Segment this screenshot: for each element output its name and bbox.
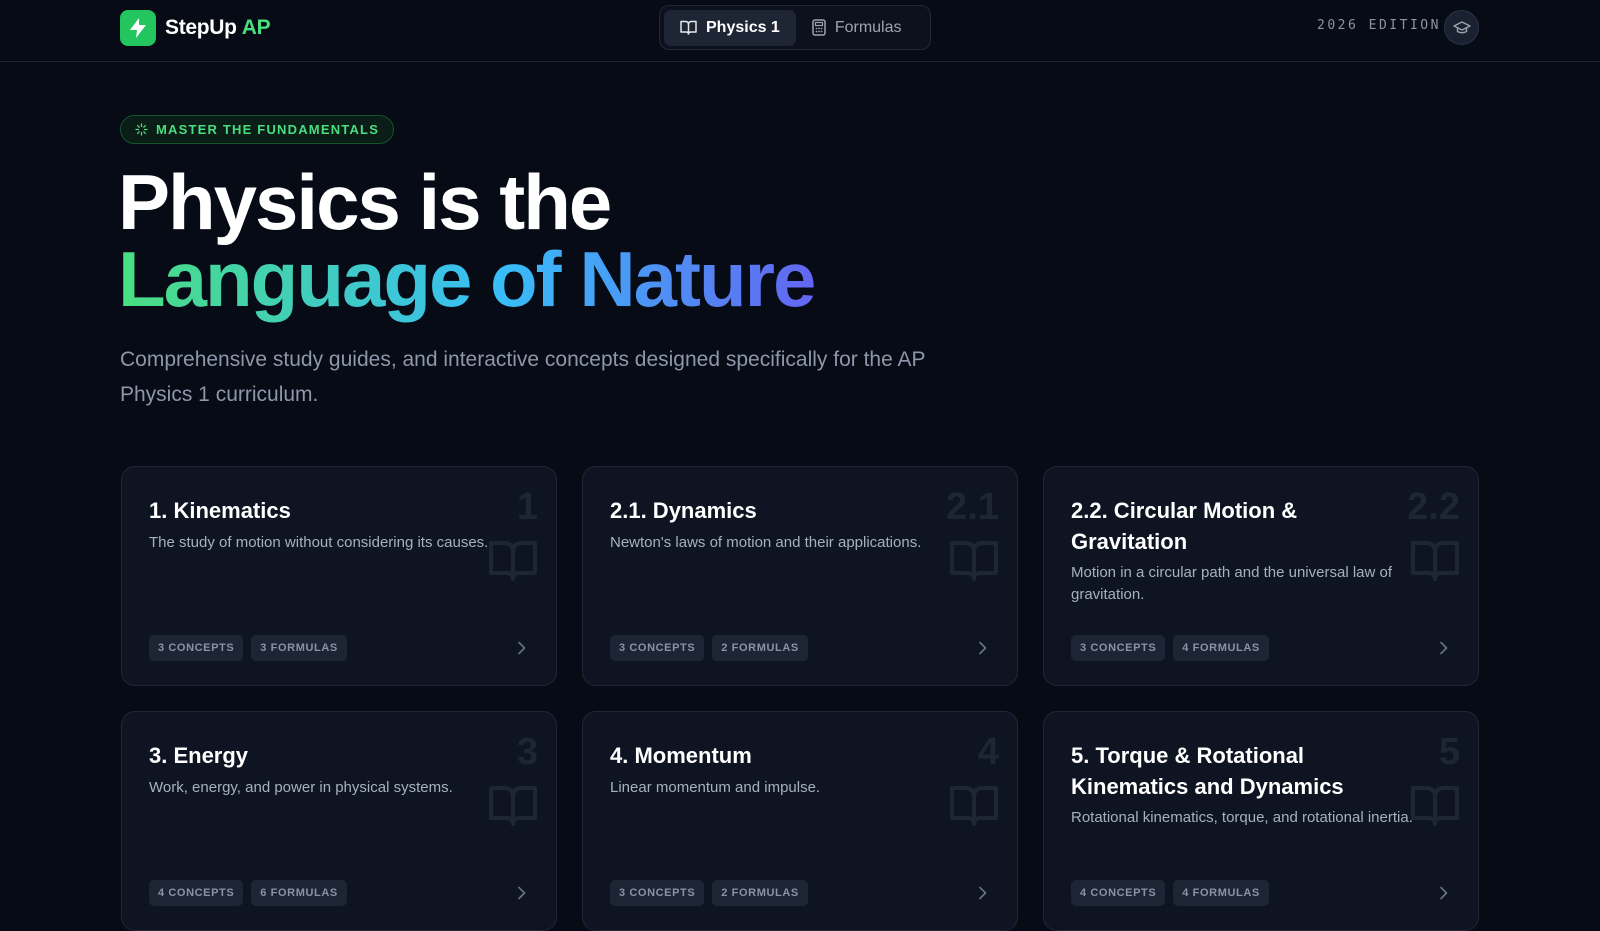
hero-title-line-2: Language of Nature [118, 235, 816, 323]
hero-title-line-1: Physics is the [118, 158, 612, 246]
unit-number: 5 [1438, 731, 1460, 773]
concepts-count-badge: 4 CONCEPTS [1071, 880, 1166, 906]
formulas-count-badge: 4 FORMULAS [1173, 880, 1269, 906]
unit-tags: 3 CONCEPTS 2 FORMULAS [610, 880, 816, 906]
edition-label: 2026 EDITION [1317, 18, 1441, 33]
graduation-cap-icon [1452, 20, 1471, 33]
unit-title: 2.2. Circular Motion & Gravitation [1071, 498, 1298, 554]
unit-description: Work, energy, and power in physical syst… [149, 779, 453, 796]
unit-description: Newton's laws of motion and their applic… [610, 534, 922, 551]
unit-description: The study of motion without considering … [149, 534, 489, 551]
unit-card-kinematics[interactable]: 1 1. Kinematics The study of motion with… [121, 466, 557, 686]
tab-formulas[interactable]: Formulas [796, 10, 918, 46]
formulas-count-badge: 2 FORMULAS [712, 635, 808, 661]
chevron-right-icon [518, 886, 526, 900]
chevron-right-icon [1440, 641, 1448, 655]
unit-description: Linear momentum and impulse. [610, 779, 821, 796]
formulas-count-badge: 2 FORMULAS [712, 880, 808, 906]
unit-description: Motion in a circular path and the univer… [1071, 564, 1393, 603]
sparkle-icon [135, 123, 148, 136]
concepts-count-badge: 3 CONCEPTS [610, 635, 705, 661]
unit-number: 4 [977, 731, 999, 773]
unit-tags: 4 CONCEPTS 4 FORMULAS [1071, 880, 1277, 906]
unit-card-torque-rotational[interactable]: 5 5. Torque & Rotational Kinematics and … [1043, 711, 1479, 931]
chevron-right-icon [979, 641, 987, 655]
hero-badge: MASTER THE FUNDAMENTALS [120, 115, 395, 144]
formulas-count-badge: 4 FORMULAS [1173, 635, 1269, 661]
brand-name: StepUp AP [165, 16, 271, 39]
chevron-right-icon [518, 641, 526, 655]
unit-number: 3 [516, 731, 538, 773]
unit-tags: 3 CONCEPTS 4 FORMULAS [1071, 635, 1277, 661]
unit-tags: 3 CONCEPTS 2 FORMULAS [610, 635, 816, 661]
calculator-icon [812, 19, 826, 36]
concepts-count-badge: 4 CONCEPTS [149, 880, 244, 906]
lightning-bolt-icon [120, 10, 156, 46]
section-tabs: Physics 1 Formulas [659, 5, 931, 50]
avatar[interactable] [1444, 10, 1479, 45]
tab-physics-1-label: Physics 1 [706, 18, 780, 36]
unit-tags: 3 CONCEPTS 3 FORMULAS [149, 635, 355, 661]
unit-title: 3. Energy [149, 743, 249, 768]
hero-subtitle: Comprehensive study guides, and interact… [120, 348, 926, 406]
unit-card-energy[interactable]: 3 3. Energy Work, energy, and power in p… [121, 711, 557, 931]
unit-title: 2.1. Dynamics [610, 498, 757, 523]
formulas-count-badge: 6 FORMULAS [251, 880, 347, 906]
top-header: StepUp AP Physics 1 Formulas 2026 EDITION [0, 0, 1600, 62]
concepts-count-badge: 3 CONCEPTS [149, 635, 244, 661]
chevron-right-icon [1440, 886, 1448, 900]
book-icon [680, 20, 697, 35]
unit-tags: 4 CONCEPTS 6 FORMULAS [149, 880, 355, 906]
unit-number: 2.1 [946, 486, 999, 528]
unit-card-circular-motion[interactable]: 2.2 2.2. Circular Motion & Gravitation M… [1043, 466, 1479, 686]
unit-title: 4. Momentum [610, 743, 752, 768]
unit-title: 1. Kinematics [149, 498, 291, 523]
formulas-count-badge: 3 FORMULAS [251, 635, 347, 661]
unit-title: 5. Torque & Rotational Kinematics and Dy… [1071, 743, 1344, 799]
chevron-right-icon [979, 886, 987, 900]
unit-number: 1 [516, 486, 538, 528]
unit-description: Rotational kinematics, torque, and rotat… [1071, 809, 1413, 826]
concepts-count-badge: 3 CONCEPTS [610, 880, 705, 906]
unit-number: 2.2 [1407, 486, 1460, 528]
concepts-count-badge: 3 CONCEPTS [1071, 635, 1166, 661]
unit-card-momentum[interactable]: 4 4. Momentum Linear momentum and impuls… [582, 711, 1018, 931]
hero-badge-text: MASTER THE FUNDAMENTALS [156, 122, 380, 137]
brand-link[interactable]: StepUp AP [120, 10, 271, 46]
tab-formulas-label: Formulas [834, 18, 902, 36]
unit-card-dynamics[interactable]: 2.1 2.1. Dynamics Newton's laws of motio… [582, 466, 1018, 686]
tab-physics-1[interactable]: Physics 1 [664, 9, 796, 46]
